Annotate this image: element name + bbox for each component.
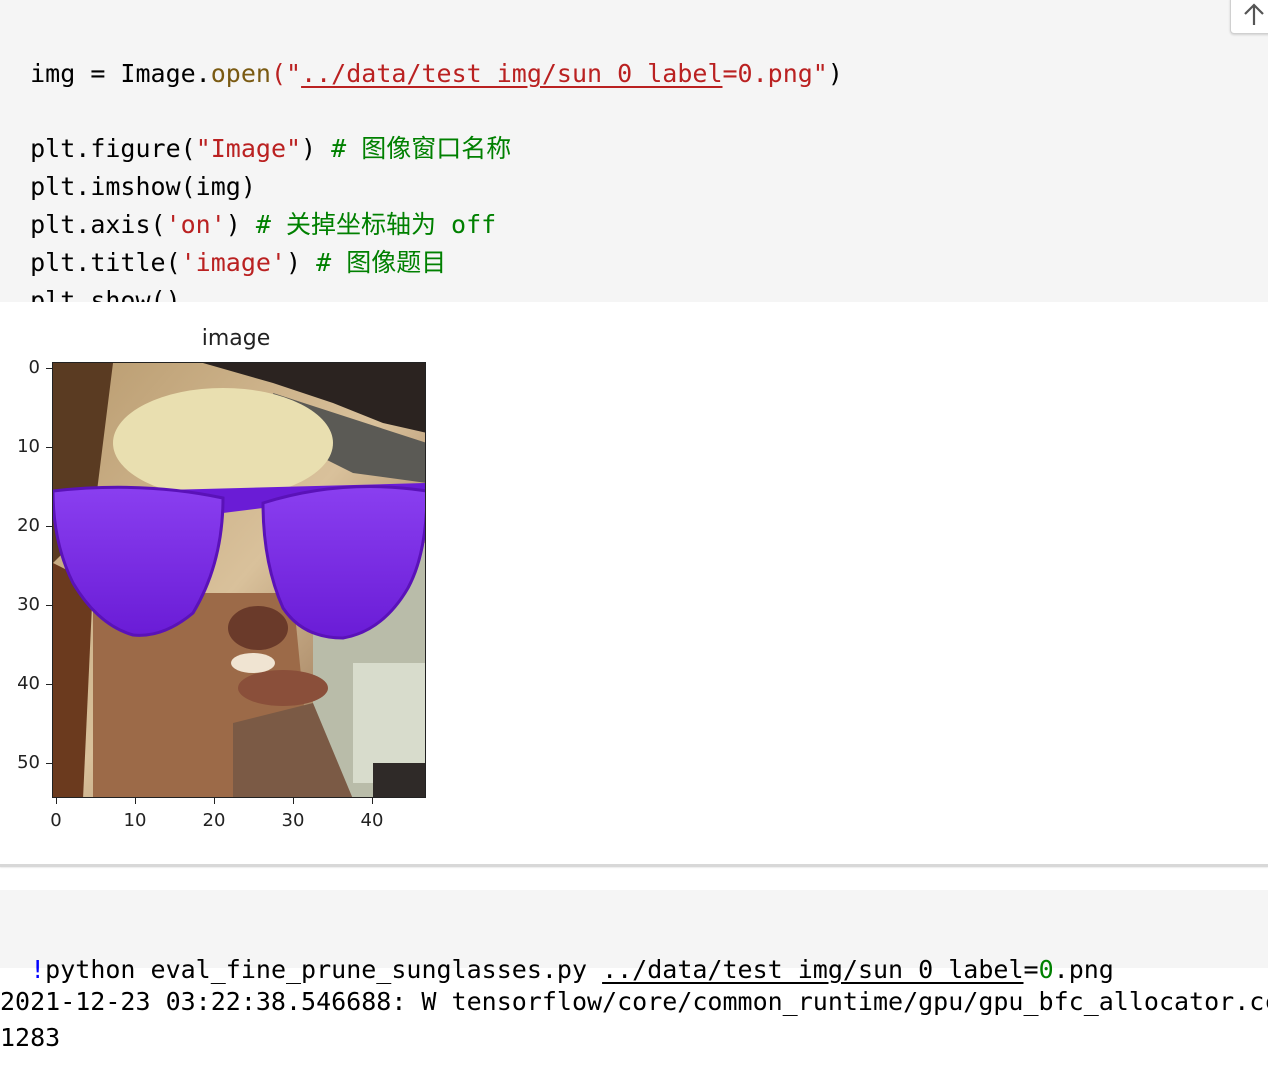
code-comment: # 图像窗口名称 [331,134,512,163]
ytick-mark [46,526,52,527]
code-path-link[interactable]: ../data/test_img/sun_0_label [301,59,722,88]
code-line-5: plt.title('image') # 图像题目 [0,206,446,277]
code-line-3: plt.imshow(img) [0,130,256,201]
shell-bang: ! [30,955,46,984]
code-line-2: plt.figure("Image") # 图像窗口名称 [0,92,511,163]
command-path-link[interactable]: ../data/test_img/sun_0_label [602,955,1023,984]
code-str: =0.png" [722,59,828,88]
log-line-2: 1283 [0,1023,61,1052]
plot-image [52,362,426,798]
code-text: ) [301,134,332,163]
xtick-mark [372,798,373,804]
ytick-label: 0 [28,357,40,378]
code-text: img = Image. [30,59,211,88]
xtick-label: 20 [202,810,226,831]
command-rest: .png [1053,955,1114,984]
xtick-mark [293,798,294,804]
ytick-mark [46,763,52,764]
scroll-to-top-button[interactable] [1230,0,1268,34]
code-text: ) [827,59,843,88]
log-line-1: 2021-12-23 03:22:38.546688: W tensorflow… [0,987,1268,1016]
xtick-mark [135,798,136,804]
ytick-mark [46,447,52,448]
xtick-mark [214,798,215,804]
ytick-label: 30 [17,594,40,615]
code-line-1: img = Image.open("../data/test_img/sun_0… [0,17,843,88]
code-text: ) [285,248,317,277]
ytick-mark [46,684,52,685]
xtick-label: 40 [360,810,384,831]
xtick-mark [56,798,57,804]
command-eq: = [1023,955,1039,984]
cell-divider [0,864,1268,867]
xtick-label: 10 [123,810,147,831]
code-fn: open [210,59,271,88]
ytick-mark [46,368,52,369]
code-line-4: plt.axis('on') # 关掉坐标轴为 off [0,168,496,239]
ytick-label: 40 [17,673,40,694]
command-line: !python eval_fine_prune_sunglasses.py ..… [0,910,1114,984]
code-str: 'image' [180,248,286,277]
ytick-mark [46,605,52,606]
xtick-label: 0 [50,810,62,831]
ytick-label: 20 [17,515,40,536]
xtick-label: 30 [281,810,305,831]
command-text: python eval_fine_prune_sunglasses.py [45,955,603,984]
arrow-up-icon [1244,3,1264,25]
ytick-label: 10 [17,436,40,457]
face-image [53,363,425,797]
ytick-label: 50 [17,752,40,773]
code-text: (" [270,59,302,88]
plot-title: image [201,326,271,351]
code-line-6: plt.show() [0,244,181,315]
code-comment: # 图像题目 [316,248,447,277]
command-num: 0 [1038,955,1054,984]
